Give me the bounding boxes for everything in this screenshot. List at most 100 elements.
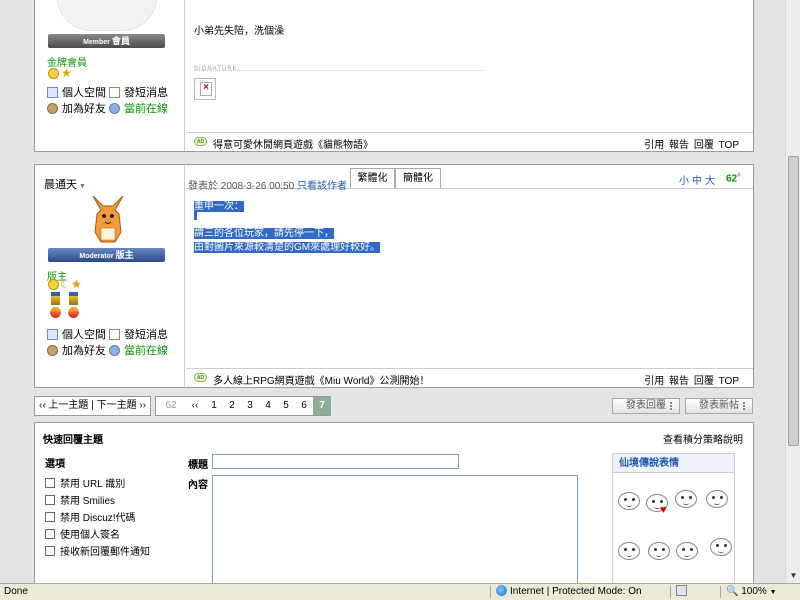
avatar[interactable] xyxy=(87,192,129,244)
post-message-line: 謂三的各位玩家，請先停一下， xyxy=(194,224,334,239)
report-link[interactable]: 報告 xyxy=(669,376,689,387)
checkbox[interactable] xyxy=(45,529,55,539)
online-icon xyxy=(109,345,120,356)
page-link[interactable]: 3 xyxy=(241,397,259,415)
moon-icon: ☾ xyxy=(60,277,71,291)
rank-label: 會員 xyxy=(111,36,130,46)
post-2: 晨通天 ▼ Moderator 版主 版主 ☾ ★ 個人空間 發短消息 加為好友 當… xyxy=(34,164,754,388)
link-label: 加為好友 xyxy=(62,103,106,115)
quote-link[interactable]: 引用 xyxy=(644,376,664,387)
floor-value: 62 xyxy=(726,173,738,185)
post-footer: AD 多人線上RPG網頁遊戲《Miu World》公測開始！ 引用 報告 回覆 … xyxy=(186,368,753,387)
status-divider xyxy=(490,586,491,598)
option-disable-smilies[interactable]: 禁用 Smilies xyxy=(45,492,115,507)
credit-policy-link[interactable]: 查看積分策略說明 xyxy=(663,431,743,446)
option-disable-url[interactable]: 禁用 URL 識別 xyxy=(45,475,125,490)
subject-input[interactable] xyxy=(212,454,459,469)
smiley-icon[interactable] xyxy=(706,490,728,508)
send-pm-link[interactable]: 發短消息 xyxy=(109,84,168,100)
only-author-link[interactable]: 只看該作者 xyxy=(297,181,347,192)
status-label: 當前在線 xyxy=(124,103,168,115)
traditional-convert-tab[interactable]: 繁體化 xyxy=(350,168,395,188)
quick-reply-panel: 快速回覆主題 查看積分策略說明 選項 禁用 URL 識別 禁用 Smilies … xyxy=(34,422,754,583)
zoom-control[interactable]: 🔍 100% ▼ xyxy=(726,585,777,599)
option-use-signature[interactable]: 使用個人簽名 xyxy=(45,526,120,541)
button-label: 發表新帖 xyxy=(699,400,739,411)
font-small-link[interactable]: 小 xyxy=(679,176,692,187)
rank-bar: Member 會員 xyxy=(48,34,165,48)
smiley-icon xyxy=(48,279,59,290)
smiley-icon[interactable] xyxy=(648,542,670,560)
medal-icon xyxy=(69,292,78,305)
prev-next-topic[interactable]: ‹‹ 上一主題 | 下一主題 ›› xyxy=(34,396,151,416)
page-link[interactable]: 4 xyxy=(259,397,277,415)
checkbox[interactable] xyxy=(45,546,55,556)
post-actions: 引用 報告 回覆 TOP xyxy=(642,372,739,387)
checkbox[interactable] xyxy=(45,512,55,522)
subject-label: 標題 xyxy=(188,460,208,471)
smiley-icon[interactable] xyxy=(618,492,640,510)
heart-icon: ♥ xyxy=(660,504,667,516)
rank-bar: Moderator 版主 xyxy=(48,248,165,262)
link-label: 個人空間 xyxy=(62,329,106,341)
post-2-content: 發表於 2008-3-26 00:50 只看該作者 繁體化 簡體化 小中大 62… xyxy=(186,165,753,387)
smiley-icon[interactable] xyxy=(676,542,698,560)
rank-title: Member xyxy=(83,39,110,46)
ad-link[interactable]: 多人線上RPG網頁遊戲《Miu World》公測開始！ xyxy=(213,372,430,387)
report-link[interactable]: 報告 xyxy=(669,140,689,151)
send-pm-link[interactable]: 發短消息 xyxy=(109,326,168,342)
selected-text: 由對圖片來源較清楚的GM來處理好較好。 xyxy=(194,242,381,253)
page-link[interactable]: 6 xyxy=(295,397,313,415)
message-textarea[interactable] xyxy=(212,475,578,583)
status-label: 當前在線 xyxy=(124,345,168,357)
option-email-notify[interactable]: 接收新回覆郵件通知 xyxy=(45,543,150,558)
reply-link[interactable]: 回覆 xyxy=(694,376,714,387)
signature-divider xyxy=(194,70,484,71)
add-friend-link[interactable]: 加為好友 xyxy=(47,100,106,116)
content-label: 內容 xyxy=(188,480,208,491)
floor-number[interactable]: 62# xyxy=(726,173,740,184)
scroll-down-arrow-icon[interactable]: ▼ xyxy=(787,569,800,582)
author-label: 晨通天 xyxy=(44,179,77,191)
ad-link[interactable]: 得意可愛休閒網頁遊戲《貓熊物語》 xyxy=(213,136,373,151)
avatar[interactable] xyxy=(57,0,157,31)
first-page-link[interactable]: ‹‹ xyxy=(186,397,204,415)
post-1: Member 會員 金牌會員 ★ 個人空間 發短消息 加為好友 當前在線 小弟先失… xyxy=(34,0,754,152)
page-link[interactable]: 1 xyxy=(205,397,223,415)
option-label: 禁用 URL 識別 xyxy=(60,479,126,490)
security-zone[interactable]: Internet | Protected Mode: On xyxy=(496,585,642,599)
status-text: Done xyxy=(4,586,28,597)
profile-space-link[interactable]: 個人空間 xyxy=(47,326,106,342)
top-link[interactable]: TOP xyxy=(719,140,739,151)
quote-link[interactable]: 引用 xyxy=(644,140,664,151)
font-medium-link[interactable]: 中 xyxy=(692,176,705,187)
page-link[interactable]: 5 xyxy=(277,397,295,415)
smiley-icon[interactable] xyxy=(675,490,697,508)
smiley-icon[interactable] xyxy=(710,538,732,556)
add-friend-link[interactable]: 加為好友 xyxy=(47,342,106,358)
mail-icon xyxy=(109,87,120,98)
post-message: 小弟先失陪，洗個澡 xyxy=(194,26,284,37)
smiley-icon[interactable] xyxy=(618,542,640,560)
simplified-convert-tab[interactable]: 簡體化 xyxy=(395,168,441,188)
post-2-sidebar: 晨通天 ▼ Moderator 版主 版主 ☾ ★ 個人空間 發短消息 加為好友 當… xyxy=(35,165,185,387)
option-disable-discuz-code[interactable]: 禁用 Discuz!代碼 xyxy=(45,509,136,524)
current-page: 7 xyxy=(313,397,331,415)
checkbox[interactable] xyxy=(45,478,55,488)
author-name[interactable]: 晨通天 ▼ xyxy=(44,176,86,192)
font-large-link[interactable]: 大 xyxy=(705,176,718,187)
top-link[interactable]: TOP xyxy=(719,376,739,387)
grip-icon xyxy=(670,402,676,410)
post-actions: 引用 報告 回覆 TOP xyxy=(642,136,739,151)
reply-button[interactable]: 發表回覆 xyxy=(612,398,680,414)
reply-link[interactable]: 回覆 xyxy=(694,140,714,151)
checkbox[interactable] xyxy=(45,495,55,505)
vertical-scrollbar[interactable]: ▼ xyxy=(785,0,800,583)
scrollbar-thumb[interactable] xyxy=(788,156,799,446)
status-divider xyxy=(720,586,721,598)
page-link[interactable]: 2 xyxy=(223,397,241,415)
profile-space-link[interactable]: 個人空間 xyxy=(47,84,106,100)
rank-title: Moderator xyxy=(79,253,114,260)
flower-medal-icon xyxy=(50,307,61,318)
new-topic-button[interactable]: 發表新帖 xyxy=(685,398,753,414)
